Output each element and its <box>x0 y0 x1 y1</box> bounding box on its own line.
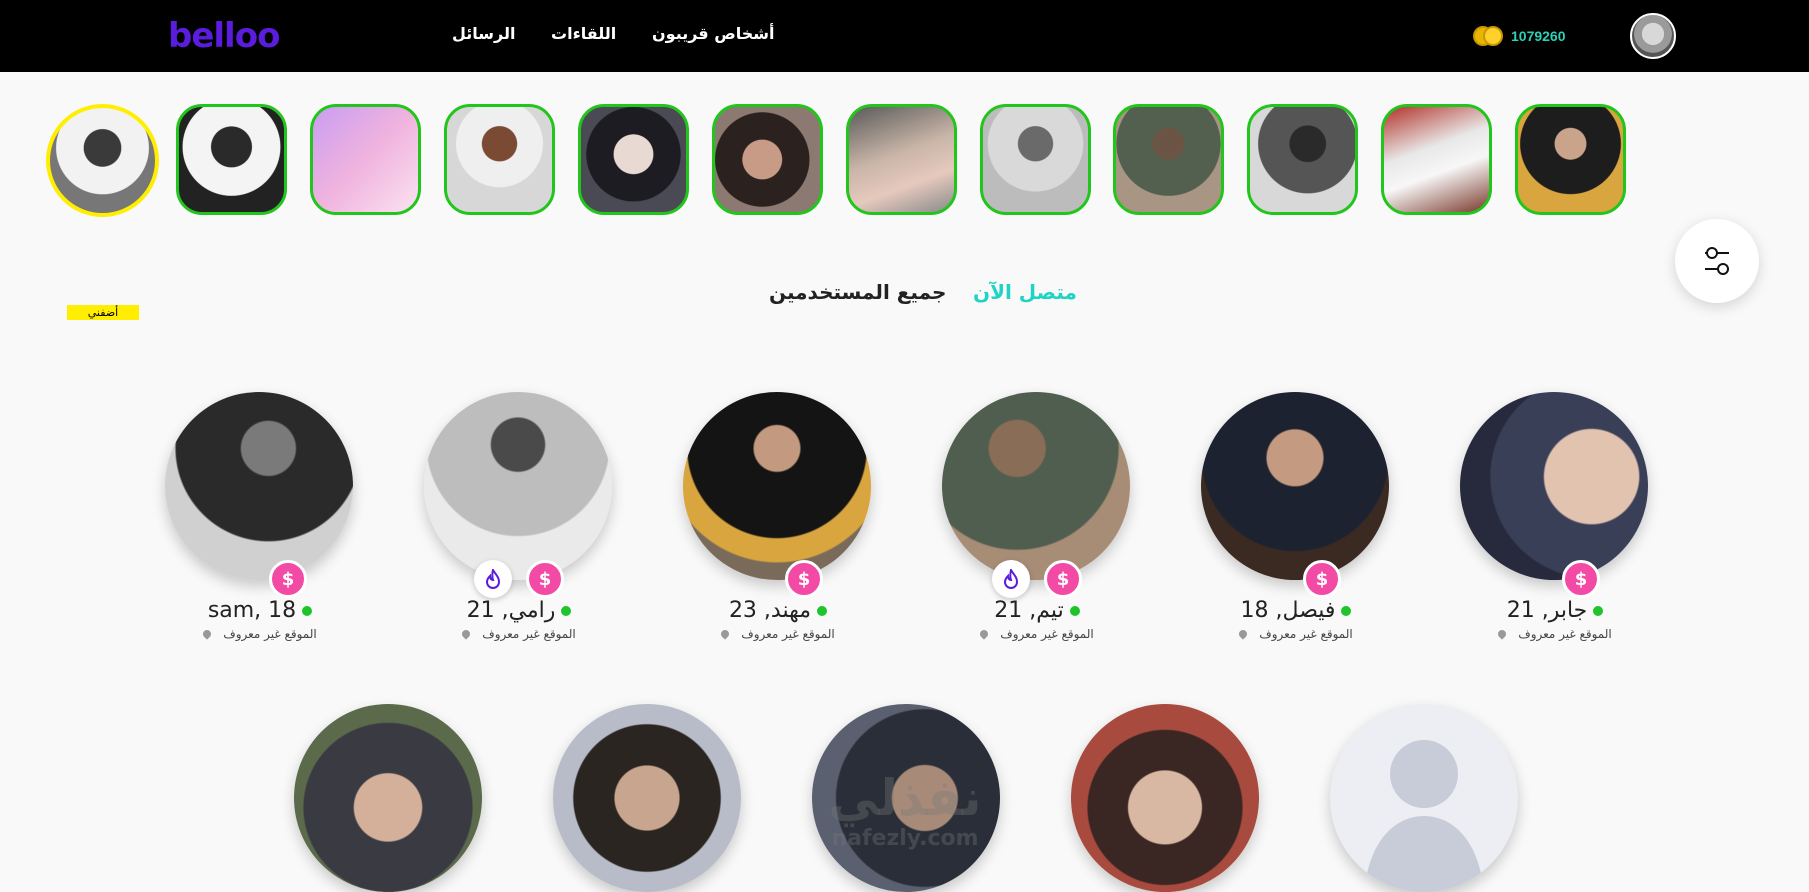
flame-badge-icon[interactable] <box>474 560 512 598</box>
online-status-dot <box>1341 606 1352 616</box>
user-location: الموقع غير معروف <box>942 627 1132 641</box>
location-pin-icon <box>978 628 990 640</box>
flame-icon <box>485 569 501 589</box>
story-item[interactable] <box>1515 104 1626 215</box>
top-navigation-bar: belloo أشخاص قريبون اللقاءات الرسائل 107… <box>0 0 1809 72</box>
user-location: الموقع غير معروف <box>424 627 614 641</box>
online-status-dot <box>817 606 828 616</box>
user-location: الموقع غير معروف <box>1460 627 1650 641</box>
location-pin-icon <box>460 628 472 640</box>
user-location: الموقع غير معروف <box>165 627 355 641</box>
online-status-dot <box>1069 606 1080 616</box>
location-pin-icon <box>719 628 731 640</box>
location-pin-icon <box>1496 628 1508 640</box>
story-item[interactable] <box>712 104 823 215</box>
flame-icon <box>1003 569 1019 589</box>
user-photo[interactable] <box>424 392 612 580</box>
tab-online-now[interactable]: متصل الآن <box>973 280 1077 304</box>
story-item[interactable] <box>176 104 287 215</box>
dollar-badge-icon[interactable]: $ <box>1044 560 1082 598</box>
story-item[interactable] <box>1113 104 1224 215</box>
user-location: الموقع غير معروف <box>683 627 873 641</box>
user-avatar[interactable] <box>1630 13 1676 59</box>
story-item[interactable] <box>444 104 555 215</box>
belloo-logo[interactable]: belloo <box>168 16 280 56</box>
user-name: تيم, 21 <box>942 598 1132 623</box>
user-photo[interactable] <box>1071 704 1259 892</box>
user-location: الموقع غير معروف <box>1201 627 1391 641</box>
story-add-me[interactable] <box>46 104 159 217</box>
online-status-dot <box>561 606 572 616</box>
tab-all-users[interactable]: جميع المستخدمين <box>769 280 946 304</box>
flame-badge-icon[interactable] <box>992 560 1030 598</box>
user-photo[interactable] <box>165 392 353 580</box>
dollar-badge-icon[interactable]: $ <box>269 560 307 598</box>
user-photo[interactable] <box>812 704 1000 892</box>
coins-icon <box>1473 25 1503 47</box>
online-status-dot <box>1593 606 1604 616</box>
story-item[interactable] <box>1247 104 1358 215</box>
dollar-badge-icon[interactable]: $ <box>785 560 823 598</box>
user-name: جابر, 21 <box>1460 598 1650 623</box>
dollar-badge-icon[interactable]: $ <box>1562 560 1600 598</box>
nav-meetings[interactable]: اللقاءات <box>551 24 616 43</box>
user-name: فيصل, 18 <box>1201 598 1391 623</box>
nav-people-nearby[interactable]: أشخاص قريبون <box>652 24 775 43</box>
coins-value: 1079260 <box>1511 28 1566 44</box>
story-item[interactable] <box>578 104 689 215</box>
default-avatar[interactable] <box>1330 704 1518 892</box>
dollar-badge-icon[interactable]: $ <box>1303 560 1341 598</box>
user-photo[interactable] <box>553 704 741 892</box>
online-status-dot <box>302 606 313 616</box>
story-item[interactable] <box>846 104 957 215</box>
dollar-badge-icon[interactable]: $ <box>526 560 564 598</box>
user-name: sam, 18 <box>165 598 355 623</box>
story-item[interactable] <box>310 104 421 215</box>
user-photo[interactable] <box>294 704 482 892</box>
location-pin-icon <box>1237 628 1249 640</box>
nav-messages[interactable]: الرسائل <box>452 24 515 43</box>
story-item[interactable] <box>1381 104 1492 215</box>
user-photo[interactable] <box>942 392 1130 580</box>
user-photo[interactable] <box>683 392 871 580</box>
user-name: مهند, 23 <box>683 598 873 623</box>
stories-row: أضفني <box>0 102 1809 320</box>
user-photo[interactable] <box>1201 392 1389 580</box>
coins-balance[interactable]: 1079260 <box>1473 25 1566 47</box>
story-item[interactable] <box>980 104 1091 215</box>
location-pin-icon <box>201 628 213 640</box>
person-placeholder-icon <box>1364 740 1484 892</box>
user-name: رامي, 21 <box>424 598 614 623</box>
tabs: متصل الآن جميع المستخدمين <box>0 280 1809 310</box>
user-photo[interactable] <box>1460 392 1648 580</box>
